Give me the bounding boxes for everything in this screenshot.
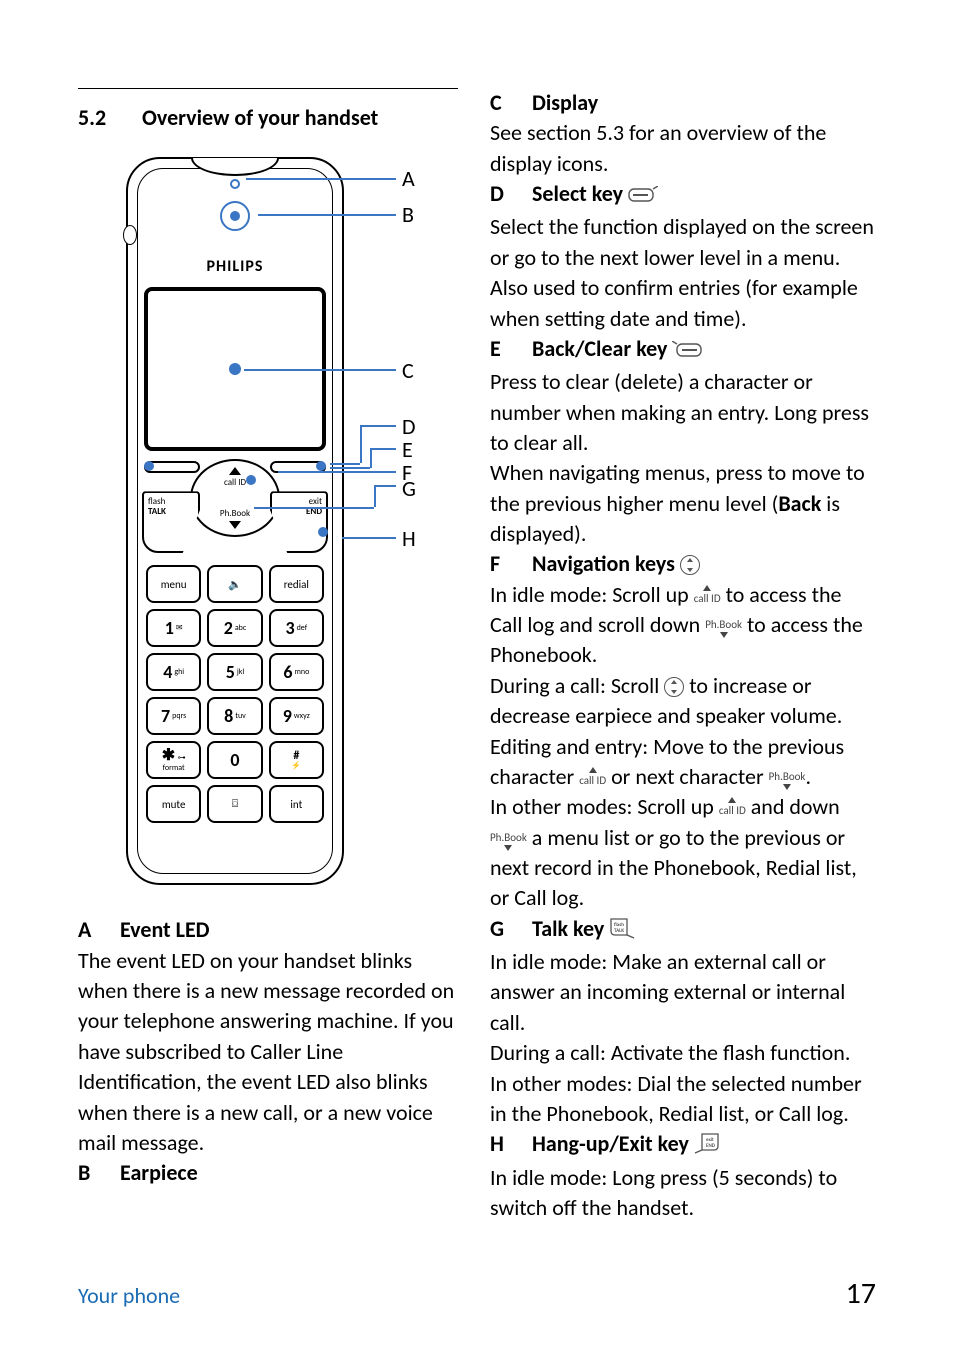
scroll-down-icon: Ph.Book bbox=[705, 619, 742, 638]
callout-h: H bbox=[402, 525, 416, 552]
key-4: 4ghi bbox=[146, 653, 201, 691]
item-c-heading: CDisplay bbox=[490, 88, 876, 118]
redial-key: redial bbox=[269, 565, 324, 603]
item-b-heading: BEarpiece bbox=[78, 1158, 458, 1188]
item-g-heading: GTalk key flashTALK bbox=[490, 914, 876, 947]
callout-a: A bbox=[402, 165, 415, 192]
item-a-heading: AEvent LED bbox=[78, 915, 458, 945]
item-d-heading: DSelect key bbox=[490, 179, 876, 212]
handset-diagram: PHILIPS call ID Ph.Book flash T bbox=[98, 145, 438, 895]
item-c-body: See section 5.3 for an overview of the d… bbox=[490, 118, 876, 179]
left-column: 5.2 Overview of your handset PHILIPS bbox=[78, 88, 458, 1223]
item-a-body: The event LED on your handset blinks whe… bbox=[78, 946, 458, 1159]
key-9: 9wxyz bbox=[269, 697, 324, 735]
softkey-left-icon bbox=[144, 461, 200, 473]
key-1: 1✉ bbox=[146, 609, 201, 647]
nav-keys-icon bbox=[680, 555, 700, 575]
page-number: 17 bbox=[846, 1275, 876, 1312]
item-f-p2: During a call: Scroll to increase or dec… bbox=[490, 671, 876, 732]
hangup-exit-key-icon: exitEND bbox=[694, 1132, 720, 1162]
section-rule bbox=[78, 88, 458, 89]
key-8: 8tuv bbox=[207, 697, 262, 735]
item-e-body2: When navigating menus, press to move to … bbox=[490, 458, 876, 549]
int-key: int bbox=[269, 785, 324, 823]
handset-outline: PHILIPS call ID Ph.Book flash T bbox=[126, 157, 344, 885]
item-h-heading: HHang-up/Exit key exitEND bbox=[490, 1129, 876, 1162]
key-star: ✱ ⊶format bbox=[146, 741, 201, 779]
scroll-up-icon: call ID bbox=[579, 767, 606, 786]
item-g-p3: In other modes: Dial the selected number… bbox=[490, 1069, 876, 1130]
key-3: 3def bbox=[269, 609, 324, 647]
svg-text:TALK: TALK bbox=[614, 928, 624, 934]
key-5: 5jkl bbox=[207, 653, 262, 691]
talk-key-icon: flashTALK bbox=[609, 917, 635, 947]
callout-g: G bbox=[402, 475, 416, 502]
page-footer: Your phone 17 bbox=[78, 1275, 876, 1312]
item-e-heading: EBack/Clear key bbox=[490, 334, 876, 367]
item-f-p4: In other modes: Scroll up call ID and do… bbox=[490, 792, 876, 913]
right-column: CDisplay See section 5.3 for an overview… bbox=[490, 88, 876, 1223]
item-g-p2: During a call: Activate the flash functi… bbox=[490, 1038, 876, 1068]
key-6: 6mno bbox=[269, 653, 324, 691]
key-hash: #⚡ bbox=[269, 741, 324, 779]
section-title: Overview of your handset bbox=[142, 105, 378, 131]
back-clear-key-icon bbox=[672, 337, 702, 367]
item-e-body1: Press to clear (delete) a character or n… bbox=[490, 367, 876, 458]
event-led-icon bbox=[230, 179, 240, 189]
earpiece-icon bbox=[220, 201, 250, 231]
select-key-icon bbox=[628, 182, 658, 212]
item-f-p3: Editing and entry: Move to the previous … bbox=[490, 732, 876, 793]
scroll-down-icon: Ph.Book bbox=[769, 771, 806, 790]
key-7: 7pqrs bbox=[146, 697, 201, 735]
keypad: menu 🔈 redial 1✉ 2abc 3def 4ghi 5jkl 6mn… bbox=[146, 565, 324, 823]
nav-keys-icon bbox=[664, 677, 684, 697]
tape-key: ⌼ bbox=[207, 785, 262, 823]
scroll-down-icon: Ph.Book bbox=[490, 832, 527, 851]
section-heading: 5.2 Overview of your handset bbox=[78, 105, 458, 131]
navpad-icon: call ID Ph.Book bbox=[190, 459, 280, 537]
item-f-p1: In idle mode: Scroll up call ID to acces… bbox=[490, 580, 876, 671]
section-number: 5.2 bbox=[78, 105, 120, 131]
item-d-body: Select the function displayed on the scr… bbox=[490, 212, 876, 333]
key-0: 0 bbox=[207, 741, 262, 779]
key-2: 2abc bbox=[207, 609, 262, 647]
callout-b: B bbox=[402, 201, 414, 228]
svg-text:END: END bbox=[706, 1143, 716, 1149]
scroll-up-icon: call ID bbox=[719, 797, 746, 816]
footer-label: Your phone bbox=[78, 1282, 180, 1309]
callout-c: C bbox=[402, 357, 414, 384]
brand-label: PHILIPS bbox=[128, 257, 342, 276]
item-h-p1: In idle mode: Long press (5 seconds) to … bbox=[490, 1163, 876, 1224]
item-f-heading: FNavigation keys bbox=[490, 549, 876, 579]
scroll-up-icon: call ID bbox=[694, 585, 721, 604]
mute-key: mute bbox=[146, 785, 201, 823]
speaker-key: 🔈 bbox=[207, 565, 262, 603]
item-g-p1: In idle mode: Make an external call or a… bbox=[490, 947, 876, 1038]
menu-key: menu bbox=[146, 565, 201, 603]
